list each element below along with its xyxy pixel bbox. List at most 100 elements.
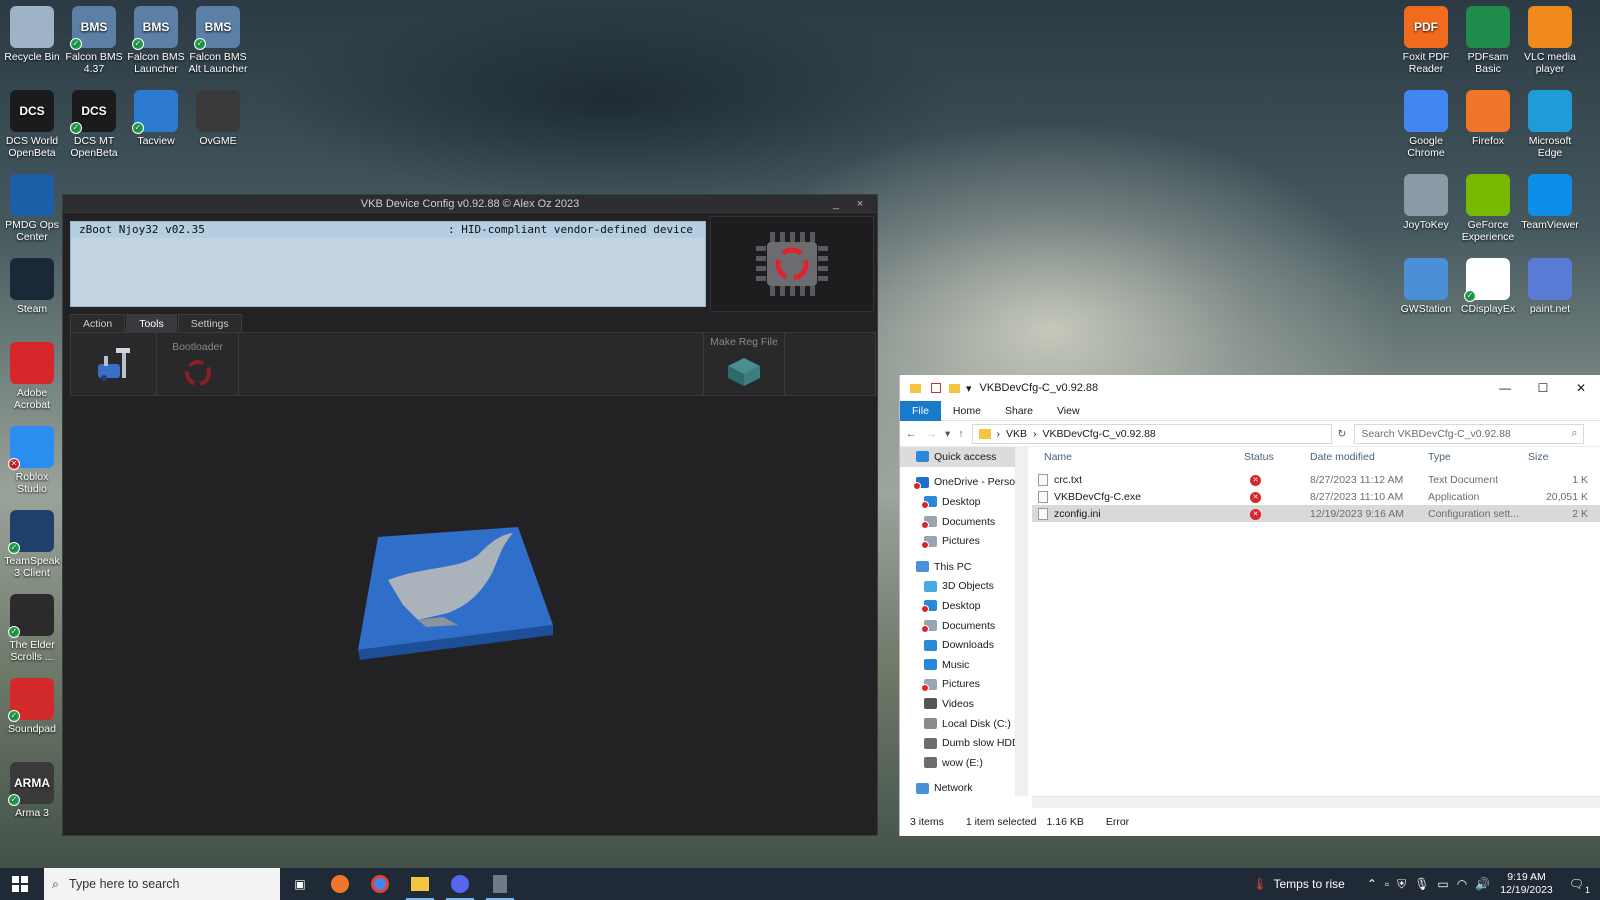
desktop-shortcut[interactable]: OvGME	[186, 90, 250, 147]
tab-settings[interactable]: Settings	[177, 314, 242, 332]
desktop-shortcut[interactable]: Firefox	[1456, 90, 1520, 147]
file-row[interactable]: zconfig.ini ✕ 12/19/2023 9:16 AM Configurat…	[1032, 505, 1600, 522]
nav-item[interactable]: This PC	[900, 557, 1015, 577]
desktop-shortcut[interactable]: JoyToKey	[1394, 174, 1458, 231]
desktop-shortcut[interactable]: DCS DCS World OpenBeta	[0, 90, 64, 159]
nav-item[interactable]: OneDrive - Person	[900, 473, 1015, 493]
nav-item[interactable]: Videos	[900, 694, 1015, 714]
tray-display-icon[interactable]: ▭	[1437, 877, 1448, 891]
back-arrow-icon[interactable]: ←	[906, 428, 917, 440]
desktop-shortcut[interactable]: TeamViewer	[1518, 174, 1582, 231]
explorer-minimize-button[interactable]: —	[1486, 375, 1524, 401]
desktop-shortcut[interactable]: PMDG Ops Center	[0, 174, 64, 243]
taskbar-discord[interactable]	[440, 868, 480, 900]
nav-item[interactable]: wow (E:)	[900, 753, 1015, 773]
desktop-shortcut[interactable]: ✓ The Elder Scrolls ...	[0, 594, 64, 663]
nav-item[interactable]: Desktop	[900, 492, 1015, 512]
column-name[interactable]: Name	[1032, 451, 1244, 463]
tab-tools[interactable]: Tools	[126, 314, 177, 332]
device-row[interactable]: zBoot Njoy32 v02.35 : HID-compliant vend…	[71, 222, 705, 238]
qat-chevron-down-icon[interactable]: ▾	[966, 382, 972, 395]
vkb-close-button[interactable]: ×	[849, 195, 871, 213]
nav-item[interactable]: Network	[900, 779, 1015, 797]
clock[interactable]: 9:19 AM 12/19/2023	[1500, 871, 1553, 897]
nav-item[interactable]: Desktop	[900, 596, 1015, 616]
desktop-shortcut[interactable]: BMS ✓ Falcon BMS Launcher	[124, 6, 188, 75]
forward-arrow-icon[interactable]: →	[927, 428, 938, 440]
nav-item[interactable]: Local Disk (C:)	[900, 714, 1015, 734]
ribbon-tab-share[interactable]: Share	[993, 401, 1045, 421]
wifi-icon[interactable]: ◠	[1457, 877, 1467, 891]
nav-item[interactable]: Quick access	[900, 447, 1015, 467]
nav-item[interactable]: Pictures	[900, 531, 1015, 551]
start-button[interactable]	[0, 868, 40, 900]
file-row[interactable]: VKBDevCfg-C.exe ✕ 8/27/2023 11:10 AM Applic…	[1032, 488, 1600, 505]
address-bar[interactable]: › VKB › VKBDevCfg-C_v0.92.88	[971, 423, 1332, 444]
nav-item[interactable]: Documents	[900, 512, 1015, 532]
desktop-shortcut[interactable]: Google Chrome	[1394, 90, 1458, 159]
desktop-shortcut[interactable]: GWStation	[1394, 258, 1458, 315]
nav-item[interactable]: Dumb slow HDD	[900, 733, 1015, 753]
desktop-shortcut[interactable]: VLC media player	[1518, 6, 1582, 75]
taskbar-search-input[interactable]: ⌕ Type here to search	[44, 868, 280, 900]
horizontal-scrollbar[interactable]	[1032, 796, 1600, 808]
tray-shield-icon[interactable]: ⛨	[1397, 877, 1406, 892]
column-type[interactable]: Type	[1428, 451, 1528, 463]
notification-center-button[interactable]: 🗨 1	[1569, 877, 1590, 895]
column-status[interactable]: Status	[1244, 451, 1310, 463]
tray-chevron-up-icon[interactable]: ⌃	[1367, 877, 1377, 891]
taskbar-firefox[interactable]	[320, 868, 360, 900]
nav-item[interactable]: Music	[900, 655, 1015, 675]
recent-chevron-down-icon[interactable]: ▾	[945, 428, 950, 440]
desktop-shortcut[interactable]: BMS ✓ Falcon BMS 4.37	[62, 6, 126, 75]
tray-app-icon[interactable]: ▫	[1385, 877, 1389, 891]
desktop-shortcut[interactable]: DCS ✓ DCS MT OpenBeta	[62, 90, 126, 159]
nav-item[interactable]: Downloads	[900, 635, 1015, 655]
desktop-shortcut[interactable]: Microsoft Edge	[1518, 90, 1582, 159]
explorer-title-bar[interactable]: ▾ VKBDevCfg-C_v0.92.88 — ☐ ✕	[900, 375, 1600, 401]
nav-item[interactable]: 3D Objects	[900, 577, 1015, 597]
volume-icon[interactable]: 🔊	[1475, 877, 1490, 891]
desktop-shortcut[interactable]: PDFsam Basic	[1456, 6, 1520, 75]
desktop-shortcut[interactable]: BMS ✓ Falcon BMS Alt Launcher	[186, 6, 250, 75]
ribbon-tab-view[interactable]: View	[1045, 401, 1092, 421]
desktop-shortcut[interactable]: ✓ Tacview	[124, 90, 188, 147]
desktop-shortcut[interactable]: ✓ CDisplayEx	[1456, 258, 1520, 315]
tray-microphone-icon[interactable]: 🎙	[1414, 877, 1429, 891]
desktop-shortcut[interactable]: ✕ Roblox Studio	[0, 426, 64, 495]
desktop-shortcut[interactable]: ✓ Soundpad	[0, 678, 64, 735]
navigation-pane[interactable]: Quick access OneDrive - Person Desktop Docu…	[900, 447, 1016, 796]
search-input[interactable]: Search VKBDevCfg-C_v0.92.88 ⌕	[1354, 423, 1585, 444]
desktop-shortcut[interactable]: GeForce Experience	[1456, 174, 1520, 243]
new-folder-icon[interactable]	[949, 383, 960, 393]
make-reg-file-button[interactable]: Make Reg File	[703, 333, 785, 395]
column-size[interactable]: Size	[1528, 451, 1588, 463]
desktop-shortcut[interactable]: Recycle Bin	[0, 6, 64, 63]
desktop-shortcut[interactable]: paint.net	[1518, 258, 1582, 315]
nav-item[interactable]: Documents	[900, 616, 1015, 636]
desktop-shortcut[interactable]: Adobe Acrobat	[0, 342, 64, 411]
properties-icon[interactable]	[931, 383, 941, 393]
desktop-shortcut[interactable]: ✓ TeamSpeak 3 Client	[0, 510, 64, 579]
device-list[interactable]: zBoot Njoy32 v02.35 : HID-compliant vend…	[70, 221, 706, 307]
explorer-close-button[interactable]: ✕	[1562, 375, 1600, 401]
refresh-icon[interactable]: ↻	[1338, 428, 1347, 440]
desktop-shortcut[interactable]: PDF Foxit PDF Reader	[1394, 6, 1458, 75]
tools-button[interactable]	[71, 333, 157, 395]
task-view-button[interactable]: ▣	[280, 868, 320, 900]
weather-text[interactable]: Temps to rise	[1273, 877, 1344, 891]
taskbar-chrome[interactable]	[360, 868, 400, 900]
tab-action[interactable]: Action	[70, 314, 126, 332]
taskbar-vkb-config[interactable]	[480, 868, 520, 900]
breadcrumb-current[interactable]: VKBDevCfg-C_v0.92.88	[1043, 428, 1156, 440]
ribbon-tab-home[interactable]: Home	[941, 401, 993, 421]
file-row[interactable]: crc.txt ✕ 8/27/2023 11:12 AM Text Document 1…	[1032, 471, 1600, 488]
ribbon-tab-file[interactable]: File	[900, 400, 941, 421]
taskbar-file-explorer[interactable]	[400, 868, 440, 900]
bootloader-button[interactable]: Bootloader	[157, 333, 239, 395]
desktop-shortcut[interactable]: Steam	[0, 258, 64, 315]
nav-item[interactable]: Pictures	[900, 675, 1015, 695]
breadcrumb-vkb[interactable]: VKB	[1006, 428, 1027, 440]
desktop-shortcut[interactable]: ARMA ✓ Arma 3	[0, 762, 64, 819]
explorer-maximize-button[interactable]: ☐	[1524, 375, 1562, 401]
